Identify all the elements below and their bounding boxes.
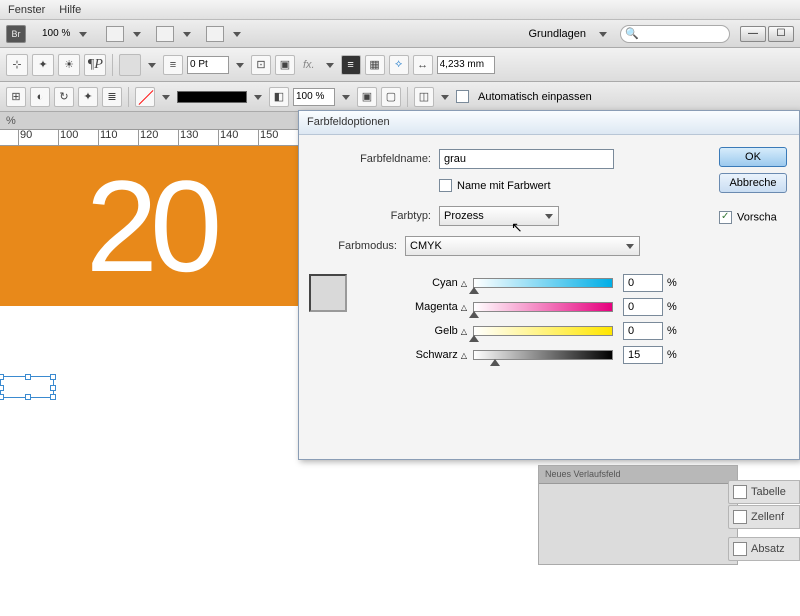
menu-fenster[interactable]: Fenster	[8, 4, 45, 16]
stroke-color-dropdown-icon[interactable]	[159, 90, 173, 104]
paragraph-icon[interactable]: ¶P	[84, 54, 106, 76]
swatch-name-input[interactable]	[439, 149, 614, 169]
opacity-icon: ◧	[269, 87, 289, 107]
width-icon: ↔	[413, 55, 433, 75]
right-panels: Tabelle Zellenf Absatz	[728, 480, 800, 562]
workspace-dropdown-icon[interactable]	[596, 27, 610, 41]
control-panel-row2: ⊞ ◐ ↻ ✦ ≣ ◧ ▣ ▢ ◫ Automatisch einpassen	[0, 82, 800, 112]
stroke-style[interactable]	[177, 91, 247, 103]
arrange-docs-icon[interactable]	[206, 26, 224, 42]
ok-button[interactable]: OK	[719, 147, 787, 167]
crop-icon[interactable]: ⟡	[389, 55, 409, 75]
fill-dropdown-icon[interactable]	[145, 58, 159, 72]
menu-hilfe[interactable]: Hilfe	[59, 4, 81, 16]
panel-zellen[interactable]: Zellenf	[728, 505, 800, 529]
magenta-slider[interactable]	[473, 302, 613, 312]
fit-b-icon[interactable]: ▢	[381, 87, 401, 107]
top-bar: Br 100 % Grundlagen 🔍 — ☐	[0, 20, 800, 48]
menu-bar: Fenster Hilfe	[0, 0, 800, 20]
big-number: 20	[86, 151, 215, 301]
cyan-value-input[interactable]	[623, 274, 663, 292]
tool-b[interactable]: ◐	[30, 87, 50, 107]
search-input[interactable]: 🔍	[620, 25, 730, 43]
view-dropdown-icon[interactable]	[130, 27, 144, 41]
fill-swatch[interactable]	[119, 54, 141, 76]
name-label: Farbfeldname:	[309, 153, 439, 165]
panel-absatz[interactable]: Absatz	[728, 537, 800, 561]
autofit-checkbox[interactable]	[456, 90, 469, 103]
black-value-input[interactable]	[623, 346, 663, 364]
bridge-icon[interactable]: Br	[6, 25, 26, 43]
stroke-style-dropdown-icon[interactable]	[251, 90, 265, 104]
paragraph-panel-icon	[733, 542, 747, 556]
arrange-dropdown-icon[interactable]	[230, 27, 244, 41]
preview-checkbox[interactable]	[719, 211, 732, 224]
zoom-level[interactable]: 100 %	[42, 28, 70, 39]
tool-c[interactable]: ↻	[54, 87, 74, 107]
minimize-button[interactable]: —	[740, 26, 766, 42]
colormode-select[interactable]: CMYK	[405, 236, 640, 256]
control-panel-row1: ⊹ ✦ ☀ ¶P ≡ ⊡ ▣ fx. ≡ ▦ ⟡ ↔	[0, 48, 800, 82]
name-with-value-label: Name mit Farbwert	[457, 180, 551, 192]
cancel-button[interactable]: Abbreche	[719, 173, 787, 193]
table-icon	[733, 485, 747, 499]
tool-e[interactable]: ≣	[102, 87, 122, 107]
wrap-icon[interactable]: ▦	[365, 55, 385, 75]
orange-frame[interactable]: 20	[0, 146, 300, 306]
black-slider[interactable]	[473, 350, 613, 360]
frame-icon[interactable]: ▣	[275, 55, 295, 75]
stroke-weight-icon: ≡	[163, 55, 183, 75]
dialog-title: Farbfeldoptionen	[299, 111, 799, 135]
fx-dropdown-icon[interactable]	[323, 58, 337, 72]
sun-icon[interactable]: ☀	[58, 54, 80, 76]
star-icon[interactable]: ✦	[32, 54, 54, 76]
maximize-button[interactable]: ☐	[768, 26, 794, 42]
cyan-slider[interactable]	[473, 278, 613, 288]
name-with-value-checkbox[interactable]	[439, 179, 452, 192]
view-options-icon[interactable]	[106, 26, 124, 42]
screen-mode-icon[interactable]	[156, 26, 174, 42]
workspace-label[interactable]: Grundlagen	[529, 28, 587, 40]
stroke-weight-input[interactable]	[187, 56, 229, 74]
link-icon[interactable]: ⊡	[251, 55, 271, 75]
yellow-slider[interactable]	[473, 326, 613, 336]
stroke-dropdown-icon[interactable]	[233, 58, 247, 72]
colortype-label: Farbtyp:	[309, 210, 439, 222]
swatches-header: Neues Verlaufsfeld	[539, 466, 737, 484]
nofill-icon[interactable]	[135, 87, 155, 107]
align-icon[interactable]: ≡	[341, 55, 361, 75]
tool-d[interactable]: ✦	[78, 87, 98, 107]
colortype-select[interactable]: Prozess	[439, 206, 559, 226]
swatches-panel[interactable]: Neues Verlaufsfeld	[538, 465, 738, 565]
zoom-dropdown-icon[interactable]	[76, 27, 90, 41]
yellow-value-input[interactable]	[623, 322, 663, 340]
cell-icon	[733, 510, 747, 524]
magenta-value-input[interactable]	[623, 298, 663, 316]
selected-frame[interactable]	[0, 376, 54, 398]
preview-label: Vorscha	[737, 211, 777, 223]
fit-dropdown-icon[interactable]	[438, 90, 452, 104]
tool-a[interactable]: ⊞	[6, 87, 26, 107]
width-input[interactable]	[437, 56, 495, 74]
autofit-label: Automatisch einpassen	[478, 91, 592, 103]
opacity-input[interactable]	[293, 88, 335, 106]
color-preview-swatch	[309, 274, 347, 312]
fit-c-icon[interactable]: ◫	[414, 87, 434, 107]
anchor-icon[interactable]: ⊹	[6, 54, 28, 76]
screen-dropdown-icon[interactable]	[180, 27, 194, 41]
panel-tabelle[interactable]: Tabelle	[728, 480, 800, 504]
colormode-label: Farbmodus:	[309, 240, 405, 252]
swatch-options-dialog: Farbfeldoptionen OK Abbreche Vorscha Far…	[298, 110, 800, 460]
fit-a-icon[interactable]: ▣	[357, 87, 377, 107]
opacity-dropdown-icon[interactable]	[339, 90, 353, 104]
